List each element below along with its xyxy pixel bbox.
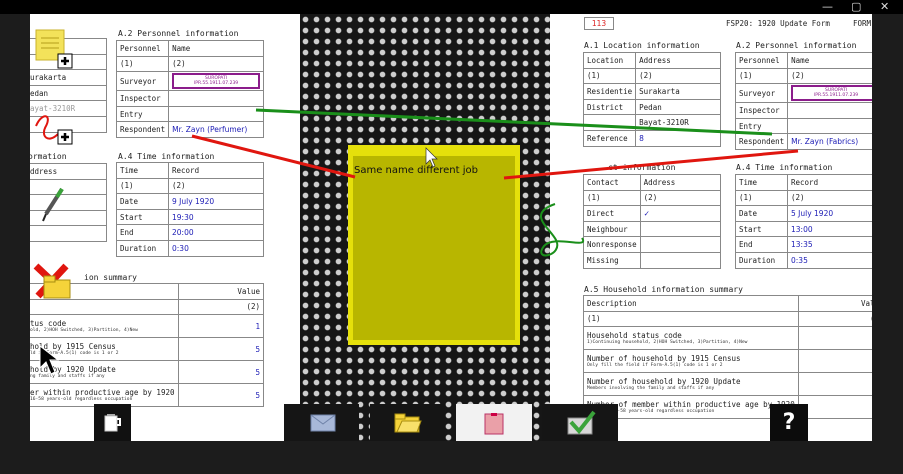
window-titlebar: — ▢ ✕ bbox=[0, 0, 903, 14]
folder-button[interactable] bbox=[370, 404, 445, 441]
green-string[interactable] bbox=[255, 108, 773, 136]
red-string-right[interactable] bbox=[503, 149, 799, 180]
red-string-left[interactable] bbox=[191, 134, 356, 179]
approve-check-icon bbox=[567, 410, 596, 435]
evidence-strings-overlay bbox=[191, 108, 799, 257]
minimize-button[interactable]: — bbox=[822, 1, 833, 12]
game-window: — ▢ ✕ urakarta edan ayat-3210R A.2 Perso… bbox=[0, 0, 903, 474]
help-button[interactable]: ? bbox=[770, 404, 808, 441]
coffee-cup-icon bbox=[104, 414, 121, 432]
green-scribble bbox=[540, 203, 585, 257]
submit-button[interactable] bbox=[542, 404, 618, 441]
note-cursor-icon bbox=[425, 147, 438, 168]
game-viewport: urakarta edan ayat-3210R A.2 Personnel i… bbox=[30, 14, 872, 441]
mail-button[interactable] bbox=[284, 404, 359, 441]
restore-button[interactable]: ▢ bbox=[851, 1, 861, 12]
coffee-button[interactable] bbox=[94, 404, 131, 441]
envelope-icon bbox=[310, 414, 336, 432]
pink-note-icon bbox=[484, 413, 504, 435]
sticky-note-button[interactable] bbox=[456, 404, 532, 441]
folder-icon bbox=[394, 413, 422, 433]
close-button[interactable]: ✕ bbox=[880, 1, 889, 12]
